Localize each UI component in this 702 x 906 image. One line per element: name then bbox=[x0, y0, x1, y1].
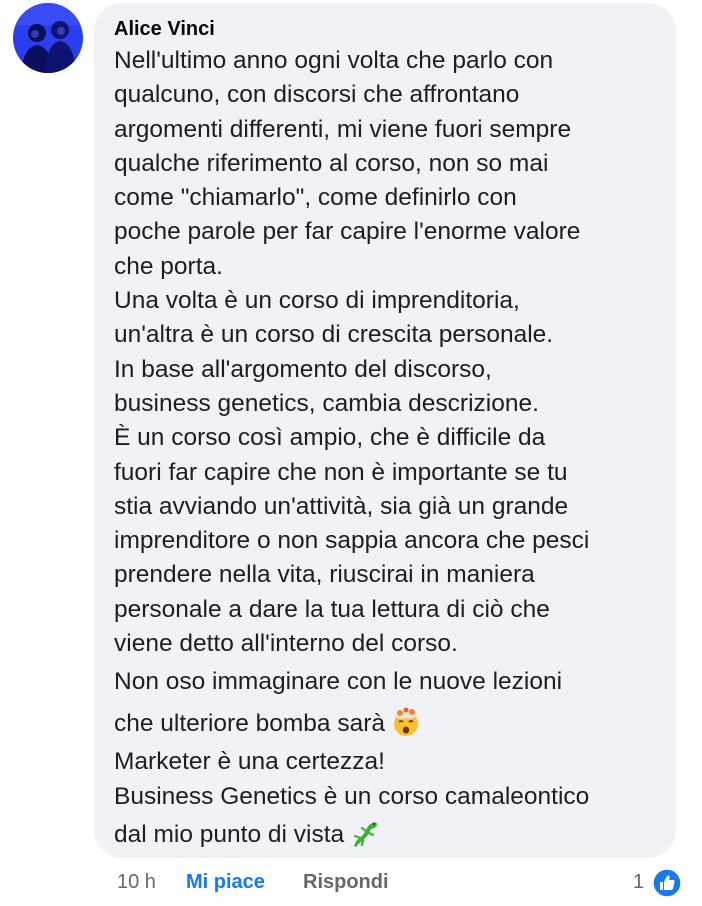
thumbs-up-icon[interactable] bbox=[652, 868, 682, 898]
comment-line: È un corso così ampio, che è difficile d… bbox=[114, 424, 546, 452]
comment-line: viene detto all'interno del corso. bbox=[114, 630, 458, 658]
comment-line: come "chiamarlo", come definirlo con bbox=[114, 184, 517, 212]
comment-line: stia avviando un'attività, sia già un gr… bbox=[114, 492, 569, 520]
reaction-count[interactable]: 1 bbox=[633, 871, 644, 894]
comment-body: Nell'ultimo anno ogni volta che parlo co… bbox=[114, 44, 676, 856]
comment-line: che ulteriore bomba sarà bbox=[114, 703, 676, 745]
comment-line: business genetics, cambia descrizione. bbox=[114, 389, 539, 417]
comment-line: Una volta è un corso di imprenditoria, bbox=[114, 287, 520, 315]
comment-line: fuori far capire che non è importante se… bbox=[114, 458, 568, 486]
comment-bubble: Alice Vinci Nell'ultimo anno ogni volta … bbox=[94, 3, 676, 858]
comment-timestamp[interactable]: 10 h bbox=[117, 871, 156, 894]
comment-line: argomenti differenti, mi viene fuori sem… bbox=[114, 115, 572, 143]
like-button[interactable]: Mi piace bbox=[186, 871, 265, 894]
lizard-emoji-icon bbox=[350, 818, 380, 862]
comment-line: poche parole per far capire l'enorme val… bbox=[114, 218, 581, 246]
avatar-photo-icon bbox=[13, 3, 83, 73]
comment-line-text: che ulteriore bomba sarà bbox=[114, 710, 386, 738]
comment-line-text: dal mio punto di vista bbox=[114, 820, 345, 848]
comment-line: che porta. bbox=[114, 252, 223, 280]
comment-line: qualcuno, con discorsi che affrontano bbox=[114, 81, 520, 109]
avatar[interactable] bbox=[13, 3, 83, 73]
exploding-head-emoji-icon bbox=[391, 707, 421, 751]
comment-line: personale a dare la tua lettura di ciò c… bbox=[114, 595, 550, 623]
comment-line: imprenditore o non sappia ancora che pes… bbox=[114, 527, 590, 555]
comment-footer: 10 h Mi piace Rispondi 1 bbox=[0, 868, 702, 898]
comment-line: In base all'argomento del discorso, bbox=[114, 355, 492, 383]
comment-line: dal mio punto di vista bbox=[114, 814, 676, 856]
comment-author[interactable]: Alice Vinci bbox=[114, 17, 676, 41]
comment-line: prendere nella vita, riuscirai in manier… bbox=[114, 561, 535, 589]
reply-button[interactable]: Rispondi bbox=[303, 871, 389, 894]
comment-line: Non oso immaginare con le nuove lezioni bbox=[114, 668, 563, 696]
comment-line: Nell'ultimo anno ogni volta che parlo co… bbox=[114, 47, 554, 74]
comment-line: Business Genetics è un corso camaleontic… bbox=[114, 782, 590, 810]
comment-line: qualche riferimento al corso, non so mai bbox=[114, 149, 549, 177]
comment-line: un'altra è un corso di crescita personal… bbox=[114, 321, 554, 349]
